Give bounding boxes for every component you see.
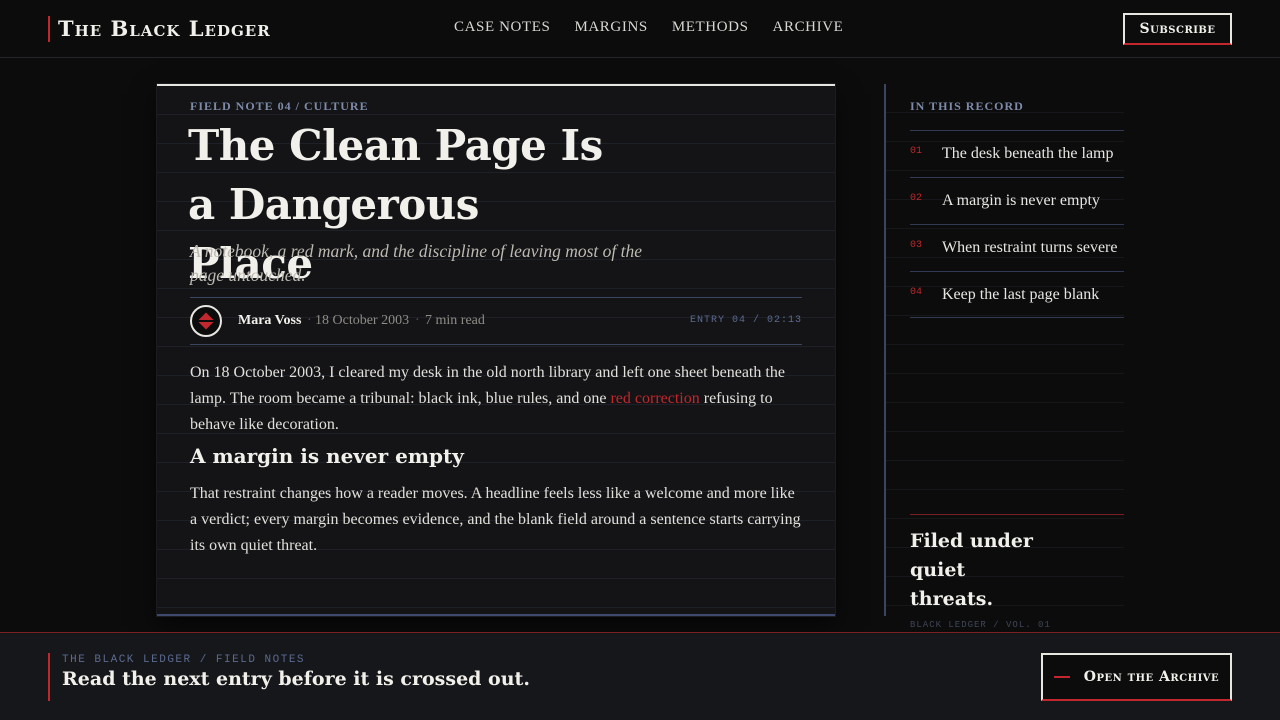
record-title: IN THIS RECORD	[910, 99, 1024, 113]
toc-number: 02	[910, 193, 923, 204]
toc-label[interactable]: When restraint turns severe	[942, 239, 1117, 257]
separator-dot: ·	[307, 313, 312, 328]
publish-date: 18 October 2003	[315, 313, 410, 328]
top-nav-bar: The Black Ledger CASE NOTES MARGINS METH…	[0, 0, 1280, 58]
record-sidebar: IN THIS RECORD 01 The desk beneath the l…	[884, 84, 1124, 630]
open-archive-label: Open the Archive	[1083, 669, 1220, 685]
toc-number: 04	[910, 287, 923, 298]
footer-cta-text: Read the next entry before it is crossed…	[62, 668, 530, 690]
toc-label[interactable]: The desk beneath the lamp	[942, 145, 1114, 163]
article-card: FIELD NOTE 04 / CULTURE The Clean Page I…	[157, 84, 835, 616]
toc-item[interactable]: 02 A margin is never empty	[910, 177, 1124, 224]
author-name[interactable]: Mara Voss	[238, 313, 301, 329]
dash-icon	[1053, 676, 1070, 678]
footer-cta-bar: THE BLACK LEDGER / FIELD NOTES Read the …	[0, 632, 1280, 720]
open-archive-button[interactable]: Open the Archive	[1041, 653, 1232, 701]
footer-cta-block: THE BLACK LEDGER / FIELD NOTES Read the …	[48, 653, 530, 701]
filed-under-note: Filed under quiet threats. BLACK LEDGER …	[910, 514, 1124, 630]
entry-stamp: ENTRY 04 / 02:13	[689, 315, 802, 326]
article-dek: A notebook, a red mark, and the discipli…	[190, 241, 643, 285]
footer-kicker: THE BLACK LEDGER / FIELD NOTES	[62, 654, 306, 666]
toc-item[interactable]: 04 Keep the last page blank	[910, 271, 1124, 318]
toc-number: 03	[910, 240, 923, 251]
subscribe-button[interactable]: Subscribe	[1123, 13, 1232, 45]
avatar-bar-icon	[196, 320, 216, 322]
article-paragraph: That restraint changes how a reader move…	[190, 485, 801, 554]
author-avatar	[190, 305, 222, 337]
filed-under-text: Filed under quiet threats.	[910, 530, 1033, 610]
article-paragraph: On 18 October 2003, I cleared my desk in…	[190, 360, 802, 438]
toc-number: 01	[910, 146, 923, 157]
toc-item[interactable]: 01 The desk beneath the lamp	[910, 130, 1124, 177]
separator-dot: ·	[415, 313, 420, 328]
article-kicker: FIELD NOTE 04 / CULTURE	[190, 99, 369, 113]
nav-item-margins[interactable]: MARGINS	[574, 19, 647, 36]
main-nav: CASE NOTES MARGINS METHODS ARCHIVE	[454, 19, 843, 36]
nav-item-archive[interactable]: ARCHIVE	[773, 19, 844, 36]
brand-logo[interactable]: The Black Ledger	[48, 16, 271, 42]
nav-item-case-notes[interactable]: CASE NOTES	[454, 19, 550, 36]
volume-label: BLACK LEDGER / VOL. 01	[910, 620, 1051, 630]
toc-label[interactable]: A margin is never empty	[942, 192, 1100, 210]
nav-item-methods[interactable]: METHODS	[672, 19, 749, 36]
record-toc: 01 The desk beneath the lamp 02 A margin…	[910, 130, 1124, 318]
toc-label[interactable]: Keep the last page blank	[942, 286, 1099, 304]
article-subhead: A margin is never empty	[190, 444, 464, 468]
byline: Mara Voss · 18 October 2003 · 7 min read…	[190, 297, 802, 345]
red-correction-link[interactable]: red correction	[610, 390, 699, 407]
read-time: 7 min read	[425, 313, 485, 328]
toc-item[interactable]: 03 When restraint turns severe	[910, 224, 1124, 271]
